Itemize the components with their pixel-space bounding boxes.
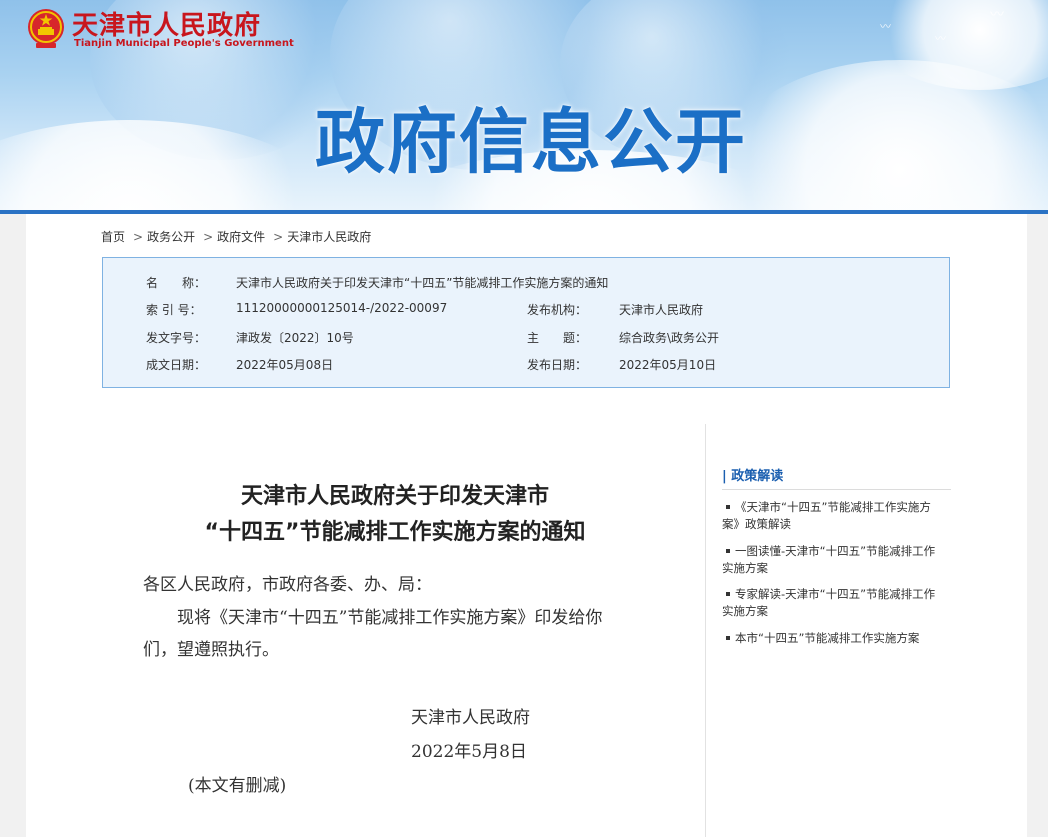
article-salutation: 各区人民政府，市政府各委、办、局： bbox=[143, 575, 432, 595]
policy-link-2-line1[interactable]: 一图读懂-天津市“十四五”节能减排工作 bbox=[735, 544, 935, 558]
policy-link-3[interactable]: 专家解读-天津市“十四五”节能减排工作实施方案 bbox=[722, 586, 954, 620]
meta-issuer-value: 天津市人民政府 bbox=[619, 303, 704, 317]
meta-index-label: 索 引 号： bbox=[146, 303, 202, 317]
meta-issuer-label: 发布机构： bbox=[527, 303, 588, 317]
policy-link-4[interactable]: 本市“十四五”节能减排工作实施方案 bbox=[722, 630, 954, 647]
bird-icon: 〰 bbox=[880, 20, 891, 33]
breadcrumb-government-documents[interactable]: 政府文件 bbox=[217, 230, 265, 244]
breadcrumb: 首页 > 政务公开 > 政府文件 > 天津市人民政府 bbox=[101, 228, 375, 245]
bullet-icon bbox=[726, 504, 730, 509]
breadcrumb-current[interactable]: 天津市人民政府 bbox=[287, 230, 371, 244]
chevron-right-icon: > bbox=[203, 230, 214, 244]
meta-written-value: 2022年05月08日 bbox=[236, 358, 334, 372]
meta-topic-value: 综合政务\政务公开 bbox=[619, 331, 720, 345]
policy-link-1-line2[interactable]: 案》政策解读 bbox=[722, 517, 791, 531]
policy-link-1[interactable]: 《天津市“十四五”节能减排工作实施方案》政策解读 bbox=[722, 499, 954, 533]
meta-name-value: 天津市人民政府关于印发天津市“十四五”节能减排工作实施方案的通知 bbox=[236, 276, 609, 290]
policy-link-2-line2[interactable]: 实施方案 bbox=[722, 561, 768, 575]
article-title-line2: “十四五”节能减排工作实施方案的通知 bbox=[204, 520, 586, 545]
breadcrumb-public-affairs[interactable]: 政务公开 bbox=[147, 230, 195, 244]
national-emblem-icon[interactable] bbox=[26, 7, 66, 49]
policy-link-3-line1[interactable]: 专家解读-天津市“十四五”节能减排工作 bbox=[735, 587, 935, 601]
bullet-icon bbox=[726, 591, 730, 596]
meta-docno-label: 发文字号： bbox=[146, 331, 207, 345]
chevron-right-icon: > bbox=[273, 230, 284, 244]
meta-index-value: 11120000000125014-/2022-00097 bbox=[236, 301, 448, 315]
chevron-right-icon: > bbox=[133, 230, 144, 244]
article-note: (本文有删减) bbox=[188, 776, 287, 796]
policy-link-3-line2[interactable]: 实施方案 bbox=[722, 604, 768, 618]
meta-published-value: 2022年05月10日 bbox=[619, 358, 717, 372]
policy-link-2[interactable]: 一图读懂-天津市“十四五”节能减排工作实施方案 bbox=[722, 543, 954, 577]
column-divider bbox=[705, 424, 706, 837]
article-signature: 天津市人民政府 bbox=[411, 708, 530, 728]
bullet-icon bbox=[726, 548, 730, 553]
document-metadata-box: 名 称： 天津市人民政府关于印发天津市“十四五”节能减排工作实施方案的通知 索 … bbox=[102, 257, 950, 388]
site-name-english[interactable]: Tianjin Municipal People's Government bbox=[74, 38, 294, 49]
bullet-icon bbox=[726, 635, 730, 640]
policy-interpretation-heading: | 政策解读 bbox=[722, 469, 784, 484]
article-title-line1: 天津市人民政府关于印发天津市 bbox=[240, 484, 549, 509]
meta-written-label: 成文日期： bbox=[146, 358, 207, 372]
meta-published-label: 发布日期： bbox=[527, 358, 588, 372]
article-body-line1: 现将《天津市“十四五”节能减排工作实施方案》印发给你 bbox=[177, 608, 603, 628]
bird-icon: 〰 bbox=[935, 32, 946, 45]
breadcrumb-home[interactable]: 首页 bbox=[101, 230, 125, 244]
article-date: 2022年5月8日 bbox=[411, 742, 527, 762]
policy-link-4-line1[interactable]: 本市“十四五”节能减排工作实施方案 bbox=[735, 631, 919, 645]
meta-name-label: 名 称： bbox=[146, 276, 207, 290]
site-name[interactable]: 天津市人民政府 bbox=[72, 5, 261, 42]
policy-heading-underline bbox=[722, 489, 951, 490]
banner-title: 政府信息公开 bbox=[315, 101, 747, 183]
policy-link-1-line1[interactable]: 《天津市“十四五”节能减排工作实施方 bbox=[735, 500, 931, 514]
meta-docno-value: 津政发〔2022〕10号 bbox=[236, 331, 354, 345]
header-banner: 〰 〰 〰 天津市人民政府 Tianjin Municipal People's… bbox=[0, 0, 1048, 212]
bird-icon: 〰 bbox=[990, 7, 1004, 23]
meta-topic-label: 主 题： bbox=[527, 331, 588, 345]
article-body-line2: 们，望遵照执行。 bbox=[143, 640, 279, 660]
